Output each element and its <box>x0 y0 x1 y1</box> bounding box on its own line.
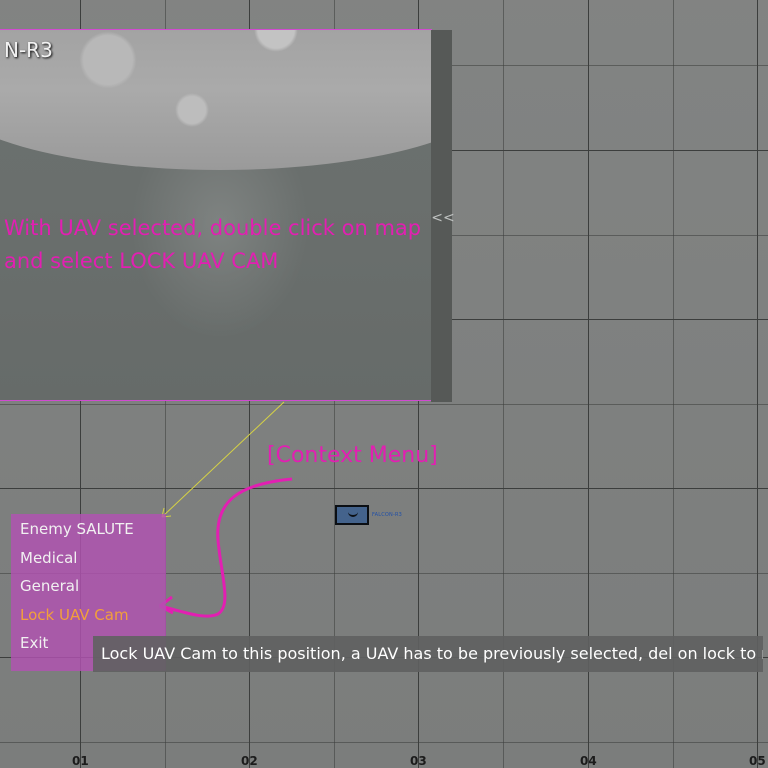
grid-label: 04 <box>580 754 597 768</box>
uav-camera-feed: N-R3 With UAV selected, double click on … <box>0 29 432 401</box>
uav-callsign-label: N-R3 <box>4 38 53 62</box>
camera-sky-terrain <box>0 30 431 170</box>
grid-label: 05 <box>749 754 766 768</box>
grid-line <box>0 488 768 489</box>
menu-tooltip: Lock UAV Cam to this position, a UAV has… <box>93 636 763 672</box>
menu-item-general[interactable]: General <box>20 577 79 595</box>
menu-item-exit[interactable]: Exit <box>20 634 48 652</box>
unit-label: FALCON-R3 <box>372 512 403 518</box>
collapse-panel-toggle[interactable]: << <box>431 208 455 228</box>
grid-label: 03 <box>410 754 427 768</box>
menu-item-enemy-salute[interactable]: Enemy SALUTE <box>20 520 134 538</box>
context-menu-annotation: [Context Menu] <box>267 443 438 468</box>
grid-label: 01 <box>72 754 89 768</box>
menu-item-lock-uav-cam[interactable]: Lock UAV Cam <box>20 606 129 624</box>
uav-instruction-annotation: With UAV selected, double click on map a… <box>4 216 422 273</box>
grid-label: 02 <box>241 754 258 768</box>
grid-line-minor <box>0 742 768 743</box>
chevron-icon <box>348 510 358 517</box>
uav-unit-marker[interactable] <box>335 505 369 525</box>
menu-item-medical[interactable]: Medical <box>20 549 77 567</box>
grid-line-minor <box>0 404 768 405</box>
